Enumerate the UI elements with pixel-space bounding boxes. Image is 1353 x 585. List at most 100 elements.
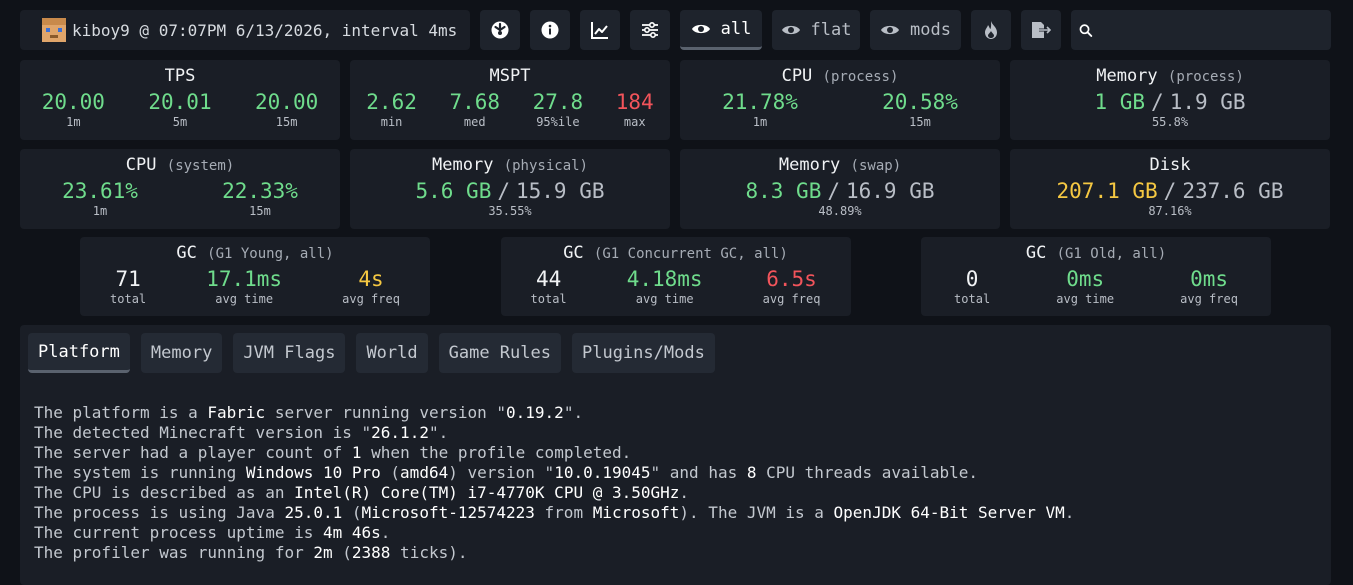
gc-old-card: GC (G1 Old, all) 0 total 0ms avg time 0ms a…	[921, 237, 1271, 316]
gc-avg-freq: 0ms	[1190, 267, 1229, 291]
stat-value: 20.00	[41, 90, 105, 114]
gc-total: 71	[115, 267, 141, 291]
stat-value: 20.00	[255, 90, 319, 114]
platform-line: The server had a player count of 1 when …	[34, 443, 632, 462]
disk-card: Disk 207.1 GB/237.6 GB 87.16%	[1010, 149, 1330, 229]
stat-label: min	[380, 115, 403, 129]
info-tabs: Platform Memory JVM Flags World Game Rul…	[28, 333, 715, 373]
card-title: Memory (swap)	[778, 155, 902, 175]
platform-line: The platform is a Fabric server running …	[34, 403, 584, 422]
platform-line: The profiler was running for 2m (2388 ti…	[34, 543, 468, 562]
gc-avg-time: 4.18ms	[626, 267, 703, 291]
card-title: GC (G1 Young, all)	[176, 243, 334, 263]
profile-info-text: kiboy9 @ 07:07PM 6/13/2026, interval 4ms	[72, 20, 458, 40]
memory-physical-card: Memory (physical) 5.6 GB/15.9 GB 35.55%	[350, 149, 670, 229]
memory-percent: 35.55%	[488, 204, 532, 218]
view-mods-button[interactable]: mods	[870, 10, 961, 50]
tab-world[interactable]: World	[356, 333, 428, 373]
chart-icon	[591, 22, 608, 39]
gc-row: GC (G1 Young, all) 71 total 17.1ms avg tim…	[80, 237, 1271, 316]
memory-percent: 55.8%	[1151, 115, 1189, 129]
tab-memory[interactable]: Memory	[140, 333, 223, 373]
gc-avg-freq: 4s	[358, 267, 384, 291]
search-box[interactable]	[1071, 10, 1331, 50]
profile-info: kiboy9 @ 07:07PM 6/13/2026, interval 4ms	[20, 10, 470, 50]
memory-total: 15.9 GB	[516, 179, 605, 203]
cpu-system-card: CPU (system) 23.61% 1m 22.33% 15m	[20, 149, 340, 229]
eye-icon	[781, 25, 800, 35]
flame-graph-button[interactable]	[971, 10, 1011, 50]
card-title: Memory (physical)	[432, 155, 588, 175]
disk-percent: 87.16%	[1148, 204, 1192, 218]
disk-used: 207.1 GB	[1056, 179, 1158, 203]
gc-avg-freq: 6.5s	[766, 267, 817, 291]
tab-game-rules[interactable]: Game Rules	[438, 333, 561, 373]
stats-grid: TPS 20.00 1m 20.01 5m 20.00 15m MSPT 2.62 mi…	[20, 60, 1331, 229]
dial-icon	[491, 21, 509, 39]
disk-total: 237.6 GB	[1182, 179, 1284, 203]
widgets-button[interactable]	[480, 10, 520, 50]
memory-used: 8.3 GB	[745, 179, 822, 203]
info-button[interactable]	[530, 10, 570, 50]
stat-label: 5m	[172, 115, 188, 129]
card-title: TPS	[164, 66, 196, 86]
stat-label: 15m	[275, 115, 298, 129]
stat-value: 184	[615, 90, 654, 114]
search-input[interactable]	[1098, 20, 1331, 40]
cpu-process-card: CPU (process) 21.78% 1m 20.58% 15m	[680, 60, 1000, 140]
gc-young-card: GC (G1 Young, all) 71 total 17.1ms avg tim…	[80, 237, 430, 316]
stat-value: 23.61%	[62, 179, 138, 203]
memory-used: 1 GB	[1094, 90, 1146, 114]
view-all-button[interactable]: all	[680, 10, 762, 50]
stat-label: 15m	[249, 204, 271, 218]
config-button[interactable]	[630, 10, 670, 50]
graph-button[interactable]	[580, 10, 620, 50]
card-title: CPU (system)	[125, 155, 235, 175]
gc-total: 44	[535, 267, 562, 291]
export-icon	[1032, 22, 1052, 38]
platform-line: The detected Minecraft version is "26.1.…	[34, 423, 449, 442]
card-title: CPU (process)	[781, 66, 899, 86]
card-title: MSPT	[489, 66, 531, 86]
tab-platform[interactable]: Platform	[28, 333, 130, 373]
top-bar: kiboy9 @ 07:07PM 6/13/2026, interval 4ms	[20, 10, 1331, 50]
platform-line: The process is using Java 25.0.1 (Micros…	[34, 503, 1075, 522]
platform-line: The CPU is described as an Intel(R) Core…	[34, 483, 690, 502]
stat-value: 2.62	[366, 90, 417, 114]
stat-value: 20.58%	[882, 90, 958, 114]
card-title: Memory (process)	[1096, 66, 1244, 86]
platform-line: The system is running Windows 10 Pro (am…	[34, 463, 979, 482]
view-all-label: all	[720, 18, 752, 39]
stat-value: 27.8	[532, 90, 584, 114]
card-title: GC (G1 Concurrent GC, all)	[563, 243, 788, 263]
card-title: Disk	[1149, 155, 1191, 175]
stat-label: 1m	[752, 115, 768, 129]
stat-label: 1m	[92, 204, 108, 218]
memory-process-card: Memory (process) 1 GB/1.9 GB 55.8%	[1010, 60, 1330, 140]
view-flat-button[interactable]: flat	[772, 10, 860, 50]
info-icon	[541, 21, 559, 39]
view-mods-label: mods	[910, 20, 951, 40]
stat-value: 21.78%	[722, 90, 798, 114]
memory-total: 1.9 GB	[1169, 90, 1246, 114]
stat-label: 95%ile	[536, 115, 580, 129]
eye-icon	[691, 24, 710, 33]
stat-label: max	[623, 115, 646, 129]
mspt-card: MSPT 2.62 min 7.68 med 27.8 95%ile 184 max	[350, 60, 670, 140]
stat-value: 7.68	[449, 90, 501, 114]
tab-plugins-mods[interactable]: Plugins/Mods	[571, 333, 715, 373]
memory-percent: 48.89%	[818, 204, 862, 218]
avatar	[42, 18, 66, 42]
info-panel: Platform Memory JVM Flags World Game Rul…	[20, 325, 1331, 585]
gc-avg-time: 0ms	[1066, 267, 1105, 291]
stat-value: 20.01	[148, 90, 212, 114]
export-button[interactable]	[1021, 10, 1061, 50]
memory-used: 5.6 GB	[415, 179, 492, 203]
stat-label: 1m	[66, 115, 81, 129]
view-flat-label: flat	[810, 20, 852, 40]
eye-icon	[881, 25, 900, 35]
gc-total: 0	[965, 267, 979, 291]
tab-jvm-flags[interactable]: JVM Flags	[233, 333, 346, 373]
stat-label: 15m	[909, 115, 931, 129]
stat-value: 22.33%	[222, 179, 298, 203]
